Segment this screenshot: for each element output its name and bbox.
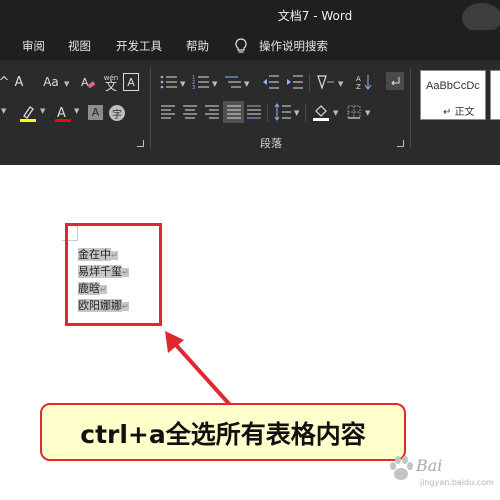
tab-developer[interactable]: 开发工具 bbox=[116, 38, 162, 54]
multilevel-list-icon[interactable] bbox=[224, 74, 242, 90]
title-bar: 文档7 - Word bbox=[0, 0, 500, 33]
style-sample-text: AaBbCcDc bbox=[426, 80, 480, 92]
chevron-down-icon[interactable]: ▼ bbox=[74, 107, 79, 115]
chevron-down-icon[interactable]: ▼ bbox=[1, 107, 6, 115]
style-next[interactable] bbox=[490, 70, 500, 120]
font-dialog-launcher[interactable] bbox=[137, 140, 144, 147]
chevron-down-icon[interactable]: ▼ bbox=[294, 109, 299, 117]
svg-text:A: A bbox=[356, 75, 361, 83]
chevron-down-icon[interactable]: ▼ bbox=[40, 107, 45, 115]
watermark-text: Bai bbox=[416, 456, 443, 475]
change-case-icon[interactable]: Aa bbox=[40, 73, 62, 91]
selection-highlight-box bbox=[65, 223, 162, 326]
tab-help[interactable]: 帮助 bbox=[186, 38, 209, 54]
chevron-down-icon[interactable]: ▼ bbox=[244, 80, 249, 88]
tab-view[interactable]: 视图 bbox=[68, 38, 91, 54]
callout-text: ctrl+a全选所有表格内容 bbox=[80, 420, 366, 449]
character-border-icon[interactable]: A bbox=[123, 73, 139, 91]
distributed-icon[interactable] bbox=[246, 104, 262, 120]
window-title: 文档7 - Word bbox=[277, 9, 353, 23]
svg-text:A: A bbox=[81, 76, 89, 89]
clear-formatting-icon[interactable]: A bbox=[80, 73, 96, 91]
style-normal[interactable]: AaBbCcDc ↵ 正文 bbox=[420, 70, 486, 120]
line-spacing-icon[interactable] bbox=[274, 103, 292, 121]
separator bbox=[305, 104, 306, 122]
paragraph-dialog-launcher[interactable] bbox=[397, 140, 404, 147]
chevron-down-icon[interactable]: ▼ bbox=[180, 80, 185, 88]
grow-font-icon[interactable]: ^ bbox=[0, 73, 9, 91]
watermark-subtext: jingyan.baidu.com bbox=[420, 478, 494, 487]
highlight-color-icon[interactable] bbox=[18, 103, 38, 123]
borders-icon[interactable] bbox=[346, 104, 362, 120]
chevron-down-icon[interactable]: ▼ bbox=[64, 80, 69, 88]
decrease-indent-icon[interactable] bbox=[262, 74, 280, 90]
paragraph-group-label: 段落 bbox=[260, 137, 282, 150]
shrink-font-icon[interactable]: A bbox=[12, 73, 26, 91]
align-right-icon[interactable] bbox=[204, 104, 220, 120]
svg-text:3: 3 bbox=[192, 85, 195, 90]
separator bbox=[267, 104, 268, 122]
tell-me-search[interactable]: 操作说明搜索 bbox=[259, 38, 328, 54]
baidu-watermark: Bai jingyan.baidu.com bbox=[380, 448, 495, 496]
svg-text:A: A bbox=[57, 106, 66, 121]
chevron-down-icon[interactable]: ▼ bbox=[333, 109, 338, 117]
align-left-icon[interactable] bbox=[160, 104, 176, 120]
group-separator bbox=[410, 68, 411, 148]
chinese-layout-icon[interactable] bbox=[316, 74, 336, 90]
align-center-icon[interactable] bbox=[182, 104, 198, 120]
style-name: ↵ 正文 bbox=[443, 107, 475, 118]
instruction-callout: ctrl+a全选所有表格内容 bbox=[40, 403, 406, 461]
ribbon: ^ A Aa ▼ A wén 文 A ▼ ▼ A ▼ A 字 ▼ 123 ▼ ▼… bbox=[0, 60, 500, 165]
avatar[interactable] bbox=[462, 3, 500, 33]
chevron-down-icon[interactable]: ▼ bbox=[365, 109, 370, 117]
justify-icon[interactable] bbox=[223, 101, 244, 123]
menu-bar: 审阅 视图 开发工具 帮助 操作说明搜索 bbox=[0, 30, 500, 60]
character-shading-icon[interactable]: A bbox=[88, 105, 103, 120]
lightbulb-icon[interactable] bbox=[234, 38, 248, 54]
show-formatting-marks-icon[interactable] bbox=[386, 72, 404, 90]
font-color-icon[interactable]: A bbox=[54, 103, 72, 123]
chevron-down-icon[interactable]: ▼ bbox=[338, 80, 343, 88]
chevron-down-icon[interactable]: ▼ bbox=[212, 80, 217, 88]
bullets-icon[interactable] bbox=[160, 74, 178, 90]
phonetic-guide-icon[interactable]: wén 文 bbox=[100, 71, 122, 93]
shading-icon[interactable] bbox=[312, 103, 330, 121]
separator bbox=[309, 74, 310, 92]
group-separator bbox=[150, 68, 151, 148]
style-normal-label: 正文 bbox=[454, 107, 475, 118]
svg-text:Z: Z bbox=[356, 83, 361, 91]
sort-icon[interactable]: AZ bbox=[356, 73, 372, 91]
numbering-icon[interactable]: 123 bbox=[192, 74, 210, 90]
increase-indent-icon[interactable] bbox=[286, 74, 304, 90]
paw-logo-icon bbox=[390, 456, 413, 480]
tab-review[interactable]: 审阅 bbox=[22, 38, 45, 54]
enclose-characters-icon[interactable]: 字 bbox=[109, 105, 125, 121]
